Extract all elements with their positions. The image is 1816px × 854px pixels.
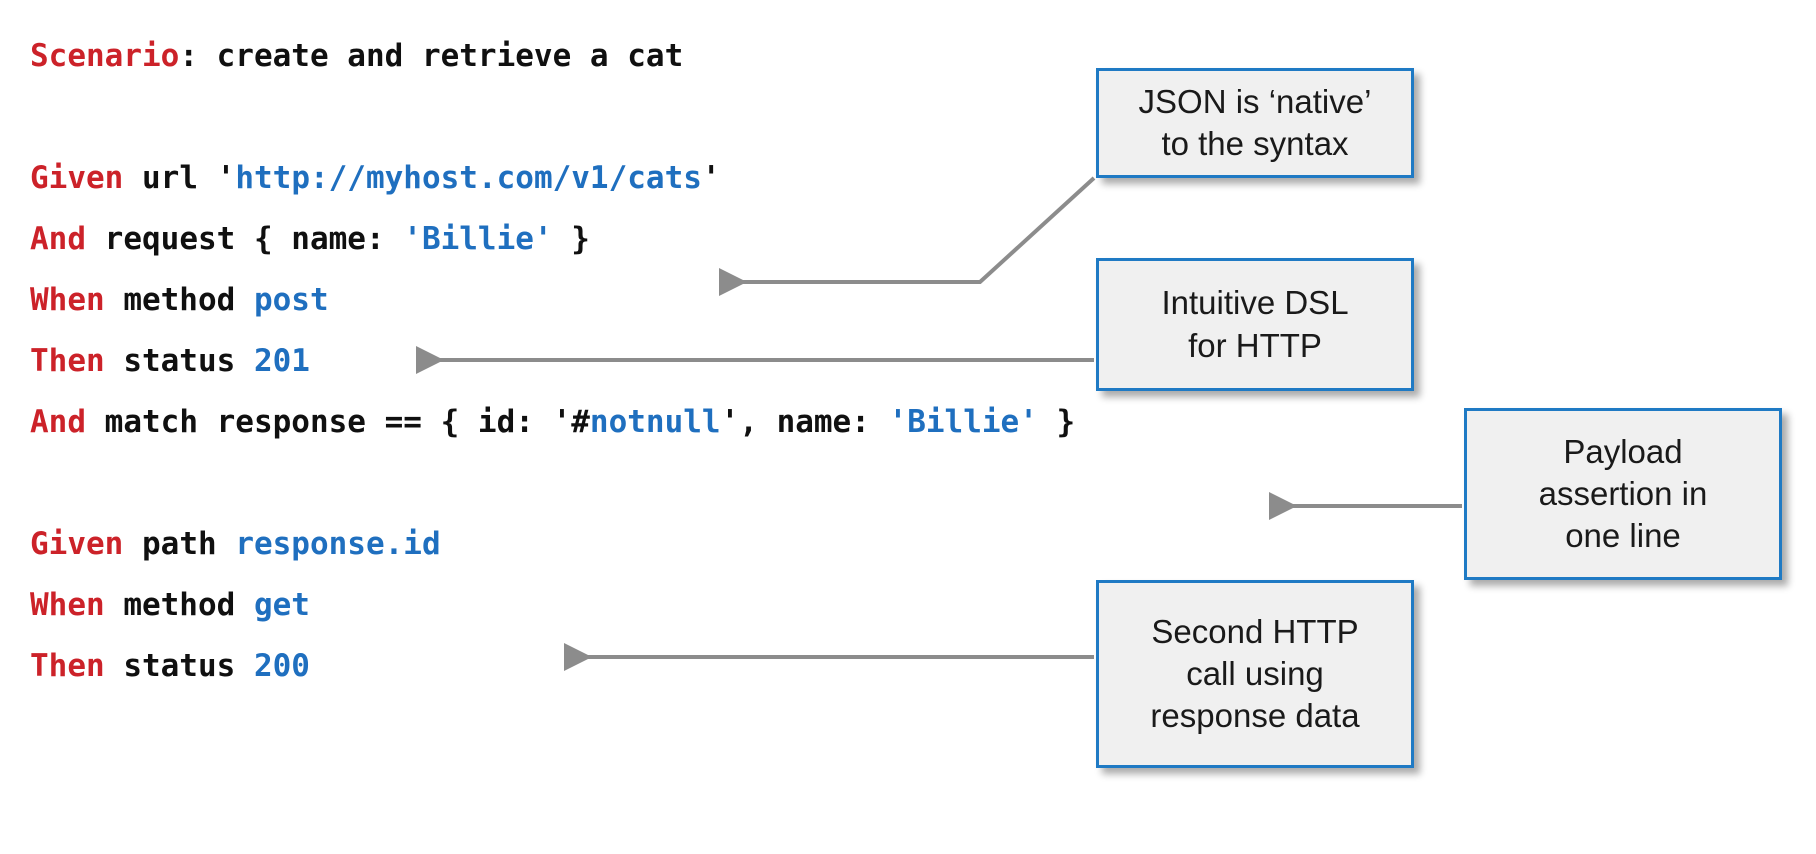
- code-token: When: [30, 587, 105, 623]
- code-token: method: [104, 282, 254, 318]
- code-token: request { name:: [86, 221, 404, 257]
- code-token: status: [104, 343, 254, 379]
- code-token: Then: [30, 648, 105, 684]
- code-token: http://myhost.com/v1/cats: [235, 160, 702, 196]
- code-token: url: [123, 160, 217, 196]
- code-token: match response == { id: '#: [86, 404, 590, 440]
- code-token: get: [253, 587, 310, 623]
- code-token: status: [104, 648, 254, 684]
- code-token: And: [30, 221, 86, 257]
- callout-intuitive-dsl[interactable]: Intuitive DSL for HTTP: [1096, 258, 1414, 391]
- callout-intuitive-dsl-label: Intuitive DSL for HTTP: [1161, 284, 1349, 364]
- callout-payload-assertion-label: Payload assertion in one line: [1538, 432, 1708, 555]
- code-token: 201: [253, 343, 310, 379]
- code-token: ', name:: [720, 404, 889, 440]
- code-token: 200: [253, 648, 310, 684]
- line-and-match: And match response == { id: '#notnull', …: [30, 392, 1350, 453]
- callout-second-http[interactable]: Second HTTP call using response data: [1096, 580, 1414, 768]
- code-token: path: [123, 526, 236, 562]
- code-token: Given: [30, 160, 124, 196]
- callout-payload-assertion[interactable]: Payload assertion in one line: [1464, 408, 1782, 580]
- code-token: response.id: [235, 526, 441, 562]
- code-token: notnull: [589, 404, 721, 440]
- code-token: method: [104, 587, 254, 623]
- callout-json-native[interactable]: JSON is ‘native’ to the syntax: [1096, 68, 1414, 178]
- callout-json-native-label: JSON is ‘native’ to the syntax: [1138, 82, 1372, 162]
- code-token: : create and retrieve a cat: [179, 38, 684, 74]
- line-blank-2: [30, 453, 1350, 514]
- code-token: When: [30, 282, 105, 318]
- code-token: Given: [30, 526, 124, 562]
- code-token: ': [701, 160, 721, 196]
- callout-second-http-label: Second HTTP call using response data: [1150, 612, 1360, 735]
- code-token: 'Billie': [403, 221, 553, 257]
- line-given-path: Given path response.id: [30, 514, 1350, 575]
- slide-canvas: Scenario: create and retrieve a cat Given…: [0, 0, 1816, 854]
- code-token: post: [253, 282, 329, 318]
- code-token: Scenario: [30, 38, 180, 74]
- code-token: }: [1037, 404, 1076, 440]
- code-token: Then: [30, 343, 105, 379]
- code-token: ': [216, 160, 236, 196]
- code-token: }: [552, 221, 590, 257]
- code-token: And: [30, 404, 86, 440]
- code-token: 'Billie': [888, 404, 1038, 440]
